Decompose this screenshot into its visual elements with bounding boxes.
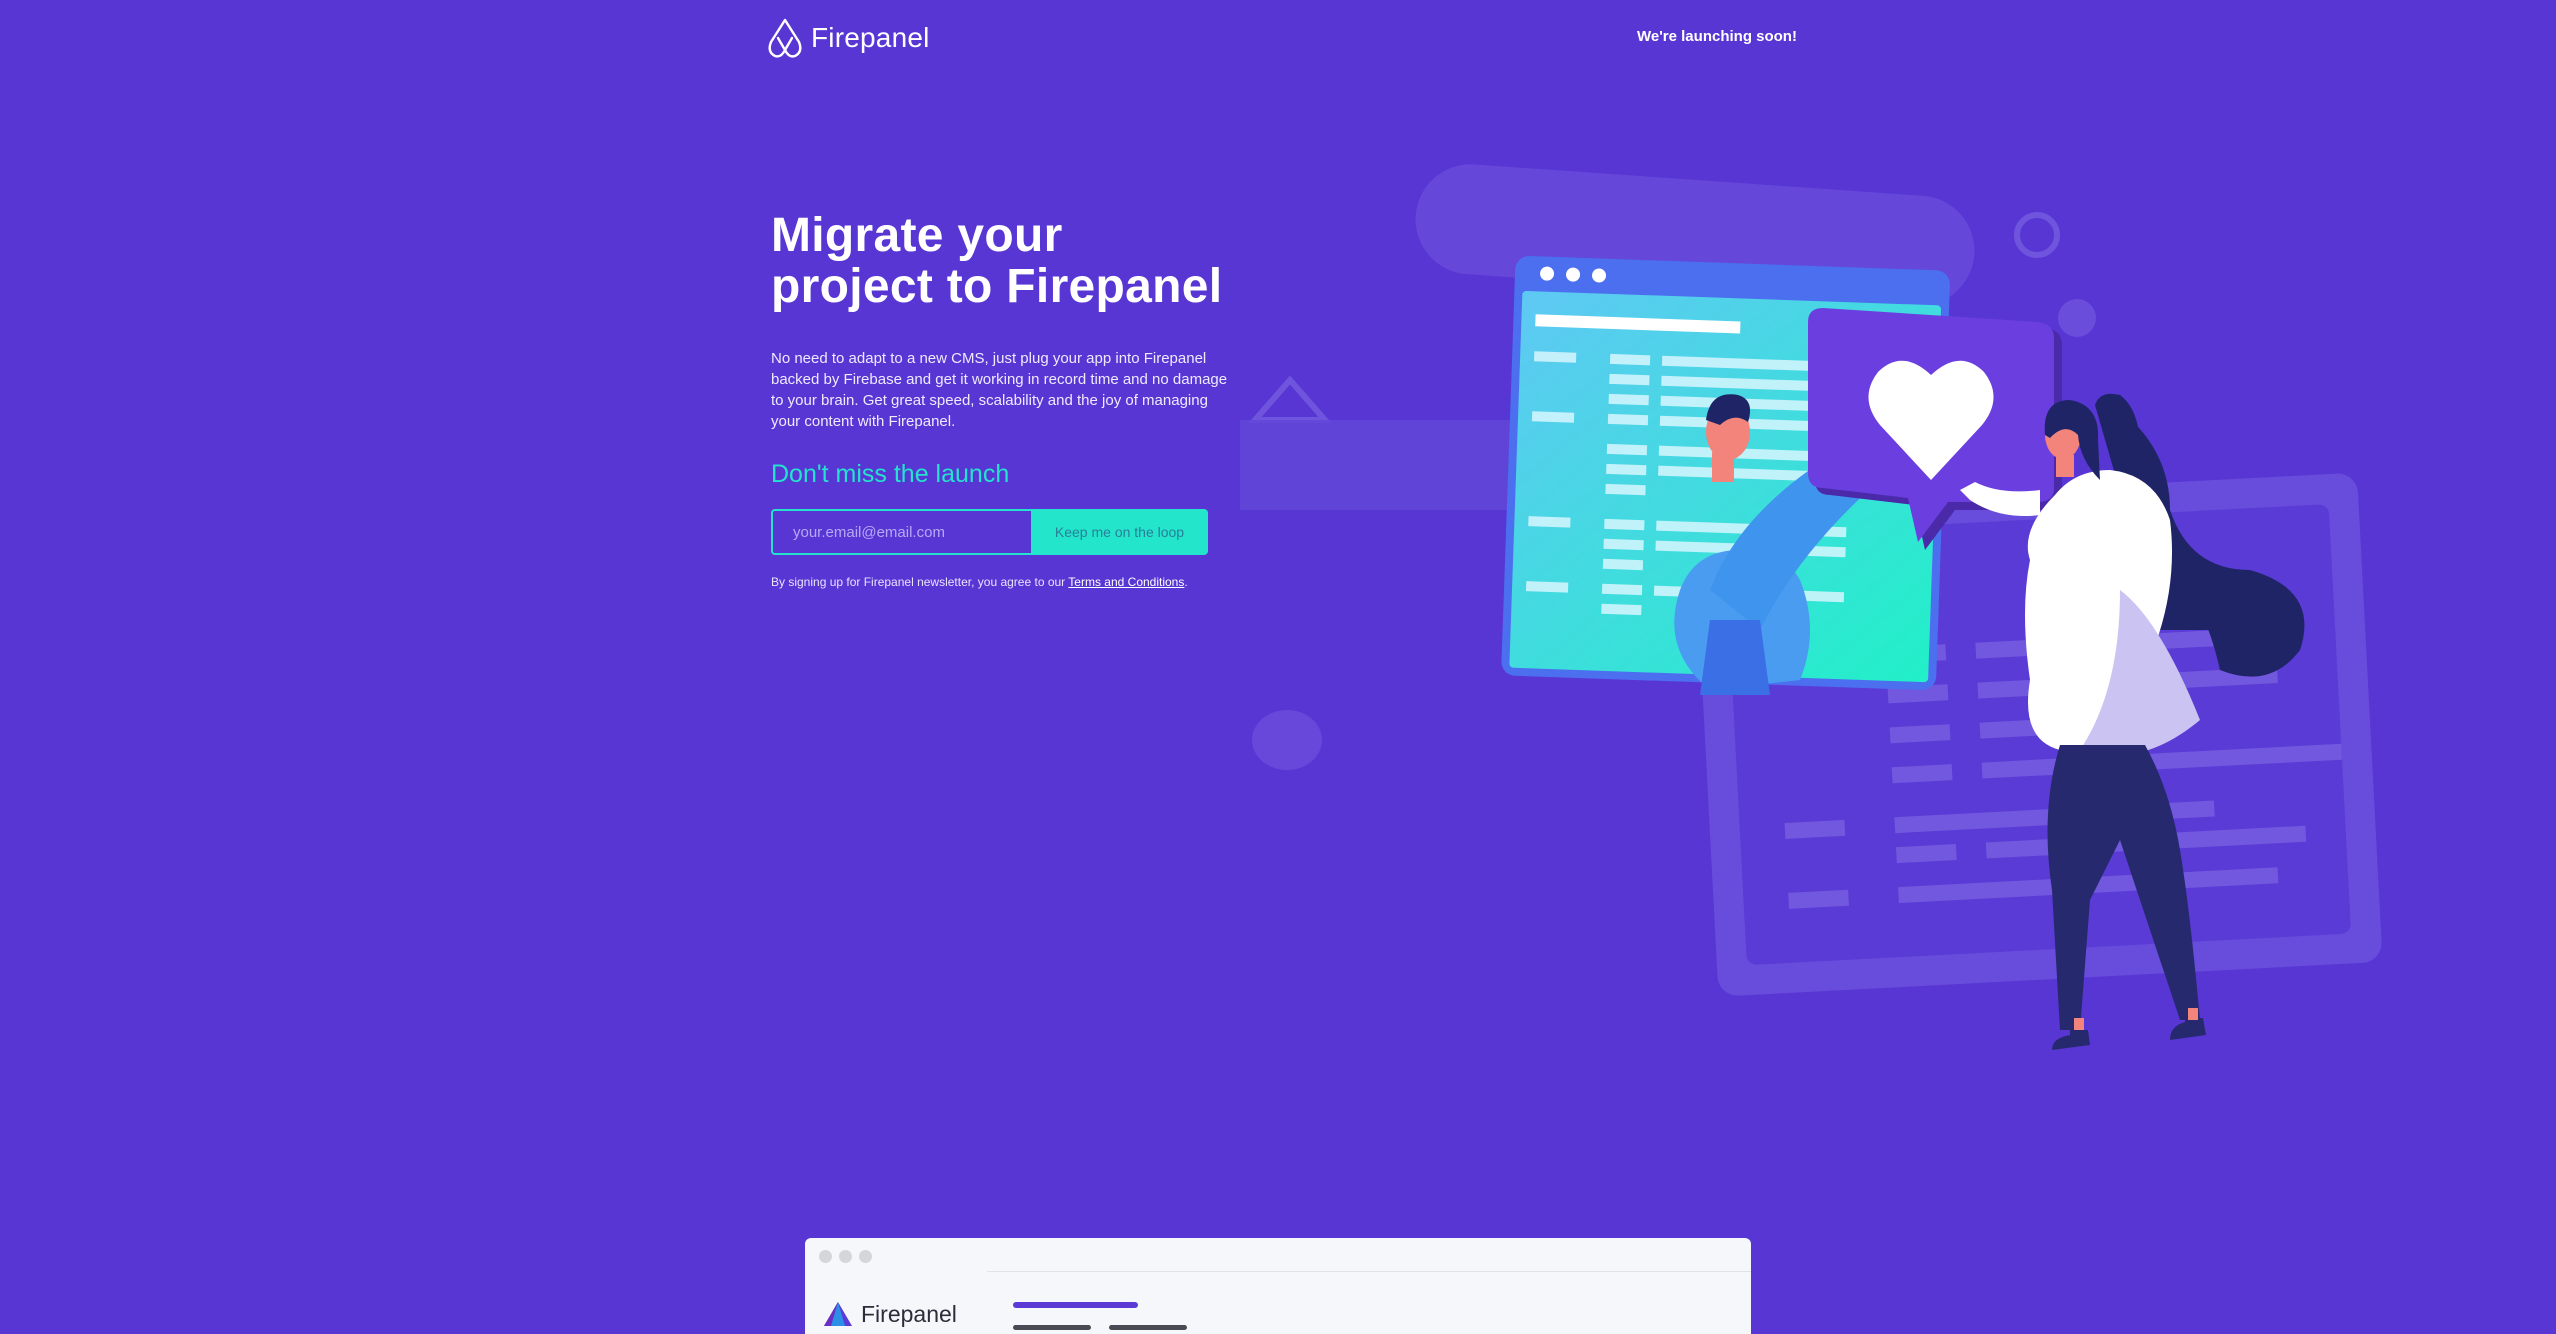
site-header: Firepanel We're launching soon! [0, 0, 2556, 80]
newsletter-form: Keep me on the loop [771, 509, 1208, 555]
flame-outline-icon [768, 18, 802, 58]
preview-divider [987, 1271, 1751, 1272]
dashboard-preview: Firepanel [805, 1238, 1751, 1334]
hero-title-line1: Migrate your [771, 209, 1063, 262]
launch-note: We're launching soon! [1637, 28, 1797, 45]
window-dot [859, 1250, 872, 1263]
preview-brand-logo: Firepanel [823, 1300, 957, 1328]
preview-text-line [1109, 1325, 1187, 1330]
terms-link[interactable]: Terms and Conditions [1068, 575, 1184, 589]
legal-notice: By signing up for Firepanel newsletter, … [771, 575, 1291, 589]
preview-accent-bar [1013, 1302, 1138, 1308]
preview-brand-name: Firepanel [861, 1300, 957, 1327]
legal-text: By signing up for Firepanel newsletter, … [771, 575, 1066, 589]
email-input[interactable] [771, 509, 1031, 555]
window-dot [839, 1250, 852, 1263]
hero-title: Migrate your project to Firepanel [771, 210, 1291, 312]
preview-text-line [1013, 1325, 1091, 1330]
people-with-heart-illustration [1240, 164, 2382, 1050]
keep-me-on-the-loop-button[interactable]: Keep me on the loop [1031, 509, 1208, 555]
bg-blob-shape [1252, 710, 1322, 770]
brand-logo[interactable]: Firepanel [767, 18, 930, 58]
firepanel-triangle-logo-icon [824, 1302, 852, 1326]
window-dots [819, 1250, 872, 1263]
legal-end: . [1184, 575, 1188, 589]
cta-heading: Don't miss the launch [771, 460, 1010, 488]
hero-section: Migrate your project to Firepanel No nee… [771, 210, 1291, 589]
brand-name: Firepanel [811, 22, 930, 53]
window-dot [819, 1250, 832, 1263]
bg-ring-shape [2014, 212, 2060, 258]
hero-title-line2: project to Firepanel [771, 260, 1223, 313]
bg-dot-shape [2058, 299, 2096, 337]
hero-description: No need to adapt to a new CMS, just plug… [771, 350, 1228, 430]
bg-triangle-shape [1248, 375, 1332, 423]
